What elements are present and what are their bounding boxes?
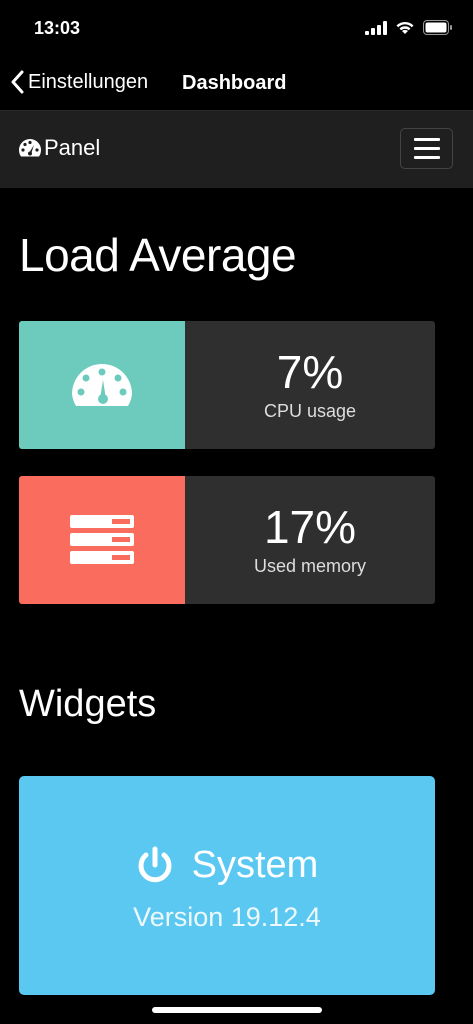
battery-icon — [423, 20, 452, 35]
hamburger-icon — [413, 138, 440, 141]
memory-usage-label: Used memory — [253, 555, 367, 576]
nav-title: Dashboard — [182, 72, 287, 94]
memory-usage-value: 17% — [263, 500, 357, 553]
back-label: Einstellungen — [28, 70, 149, 93]
load-average-title: Load Average — [19, 229, 297, 281]
navigation-bar: Einstellungen Dashboard — [0, 58, 473, 110]
cpu-usage-label: CPU usage — [263, 400, 357, 421]
wifi-icon — [396, 21, 414, 34]
system-widget-title: System — [191, 844, 319, 886]
memory-info: 17% Used memory — [185, 476, 435, 604]
status-icons — [365, 20, 453, 35]
power-icon — [138, 846, 172, 882]
panel-header: Panel — [0, 110, 473, 188]
status-time: 13:03 — [34, 18, 81, 38]
tachometer-icon — [18, 139, 42, 157]
system-version: Version 19.12.4 — [133, 902, 321, 932]
home-indicator — [152, 1007, 322, 1013]
cpu-usage-value: 7% — [276, 345, 344, 398]
cpu-icon-box — [19, 321, 185, 449]
tachometer-icon — [72, 364, 132, 406]
status-bar: 13:03 — [0, 0, 473, 58]
cpu-info: 7% CPU usage — [185, 321, 435, 449]
system-widget[interactable]: System Version 19.12.4 — [19, 776, 435, 995]
brand-link[interactable]: Panel — [18, 135, 100, 161]
cellular-signal-icon — [365, 20, 387, 35]
server-icon — [70, 515, 134, 564]
back-button[interactable]: Einstellungen — [10, 70, 148, 94]
memory-usage-card: 17% Used memory — [19, 476, 435, 604]
menu-toggle-button[interactable] — [400, 128, 453, 169]
brand-label: Panel — [44, 135, 101, 160]
system-widget-header: System — [19, 844, 435, 887]
cpu-usage-card: 7% CPU usage — [19, 321, 435, 449]
chevron-left-icon — [11, 70, 24, 94]
widgets-title: Widgets — [19, 683, 157, 725]
memory-icon-box — [19, 476, 185, 604]
